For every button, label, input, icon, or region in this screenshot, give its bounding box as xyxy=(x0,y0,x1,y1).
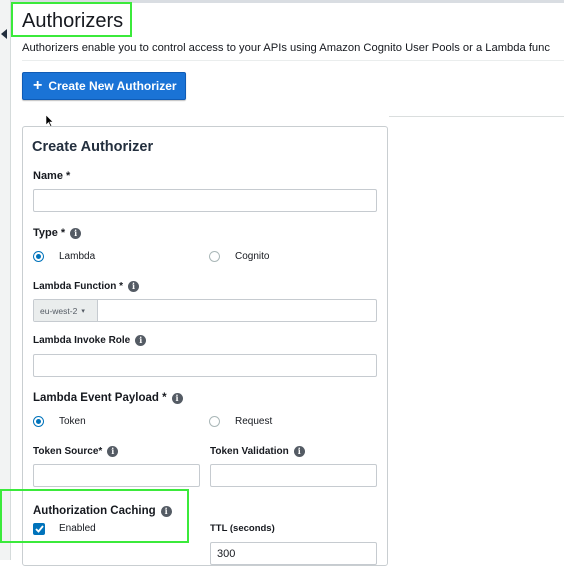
info-icon[interactable]: i xyxy=(171,392,183,404)
info-icon[interactable]: i xyxy=(128,281,139,292)
plus-icon: + xyxy=(33,77,43,94)
create-new-authorizer-button[interactable]: + Create New Authorizer xyxy=(22,72,186,100)
info-icon[interactable]: i xyxy=(70,227,82,239)
lambda-function-label: Lambda Function * i xyxy=(33,281,139,292)
name-input[interactable] xyxy=(33,189,377,212)
type-option-cognito-label: Cognito xyxy=(235,251,270,262)
token-source-label: Token Source* i xyxy=(33,446,119,457)
page-description: Authorizers enable you to control access… xyxy=(22,42,550,54)
lambda-invoke-role-input[interactable] xyxy=(33,354,377,377)
event-payload-label: Lambda Event Payload * i xyxy=(33,392,183,404)
create-button-label: Create New Authorizer xyxy=(48,79,177,93)
payload-option-token-label: Token xyxy=(59,416,86,427)
token-validation-label: Token Validation i xyxy=(210,446,305,457)
type-option-lambda-label: Lambda xyxy=(59,251,96,262)
payload-radio-request[interactable] xyxy=(209,416,220,427)
divider xyxy=(22,60,564,61)
type-radio-cognito[interactable] xyxy=(209,251,220,262)
info-icon[interactable]: i xyxy=(107,446,119,457)
left-navigation-rail[interactable] xyxy=(0,0,11,560)
lambda-invoke-role-label: Lambda Invoke Role i xyxy=(33,335,147,346)
chevron-down-icon: ▾ xyxy=(81,307,85,315)
type-radio-lambda[interactable] xyxy=(33,251,44,262)
type-label: Type * i xyxy=(33,227,82,239)
panel-title: Create Authorizer xyxy=(32,139,154,155)
payload-radio-token[interactable] xyxy=(33,416,44,427)
ttl-input[interactable]: 300 xyxy=(210,542,377,565)
info-icon[interactable]: i xyxy=(293,446,305,457)
ttl-label: TTL (seconds) xyxy=(210,523,275,534)
token-validation-input[interactable] xyxy=(210,464,377,487)
caching-highlight-box xyxy=(0,489,189,543)
title-highlight-box xyxy=(11,2,132,37)
region-select[interactable]: eu-west-2 ▾ xyxy=(34,300,98,321)
info-icon[interactable]: i xyxy=(135,335,147,346)
divider xyxy=(389,116,564,117)
token-source-input[interactable] xyxy=(33,464,200,487)
payload-option-request-label: Request xyxy=(235,416,273,427)
region-value: eu-west-2 xyxy=(40,305,78,316)
collapse-arrow-icon[interactable] xyxy=(1,29,7,39)
name-label: Name * xyxy=(33,170,71,182)
